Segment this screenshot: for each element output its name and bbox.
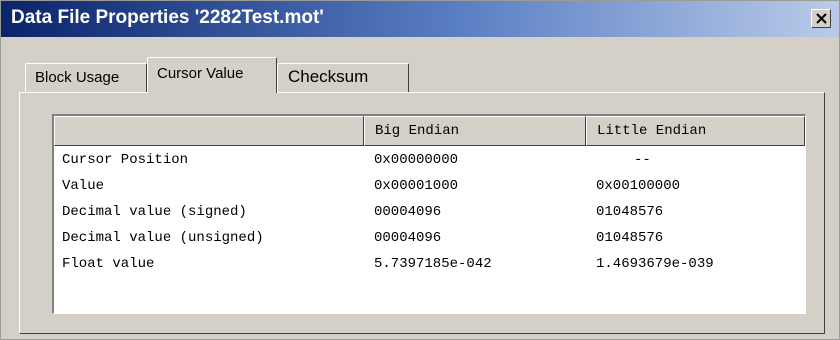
properties-dialog: Data File Properties '2282Test.mot' Bloc… <box>0 0 840 340</box>
list-row[interactable]: Float value 5.7397185e-042 1.4693679e-03… <box>54 256 805 282</box>
row-label: Decimal value (signed) <box>62 204 247 220</box>
big-endian-value: 00004096 <box>374 204 442 220</box>
row-label: Cursor Position <box>62 152 189 168</box>
tab-label: Cursor Value <box>157 65 244 82</box>
tab-panel: Big Endian Little Endian Cursor Position… <box>19 92 825 334</box>
little-endian-value: 1.4693679e-039 <box>596 256 714 272</box>
column-header-label: Big Endian <box>375 123 460 139</box>
close-x-icon <box>816 13 827 24</box>
column-header-little-endian[interactable]: Little Endian <box>586 116 805 146</box>
tab-checksum[interactable]: Checksum <box>277 63 409 92</box>
little-endian-value: 01048576 <box>596 204 664 220</box>
title-bar[interactable]: Data File Properties '2282Test.mot' <box>1 1 839 37</box>
big-endian-value: 0x00001000 <box>374 178 459 194</box>
little-endian-value: 01048576 <box>596 230 664 246</box>
tab-label: Checksum <box>288 67 369 86</box>
cursor-value-list[interactable]: Big Endian Little Endian Cursor Position… <box>52 114 806 314</box>
column-header-big-endian[interactable]: Big Endian <box>364 116 586 146</box>
big-endian-value: 5.7397185e-042 <box>374 256 492 272</box>
list-row[interactable]: Value 0x00001000 0x00100000 <box>54 178 805 204</box>
tab-block-usage[interactable]: Block Usage <box>25 63 147 92</box>
list-row[interactable]: Decimal value (unsigned) 00004096 010485… <box>54 230 805 256</box>
list-header: Big Endian Little Endian <box>54 116 805 146</box>
little-endian-value: 0x00100000 <box>596 178 681 194</box>
list-row[interactable]: Cursor Position 0x00000000 -- <box>54 152 805 178</box>
row-label: Float value <box>62 256 155 272</box>
big-endian-value: 0x00000000 <box>374 152 459 168</box>
row-label: Decimal value (unsigned) <box>62 230 264 246</box>
big-endian-value: 00004096 <box>374 230 442 246</box>
column-header-name[interactable] <box>54 116 364 146</box>
tab-label: Block Usage <box>35 69 120 86</box>
list-row[interactable]: Decimal value (signed) 00004096 01048576 <box>54 204 805 230</box>
row-label: Value <box>62 178 105 194</box>
close-button[interactable] <box>811 9 831 28</box>
column-header-label: Little Endian <box>597 123 707 139</box>
tab-cursor-value[interactable]: Cursor Value <box>147 57 277 93</box>
little-endian-value: -- <box>634 152 651 168</box>
window-title: Data File Properties '2282Test.mot' <box>11 7 324 28</box>
